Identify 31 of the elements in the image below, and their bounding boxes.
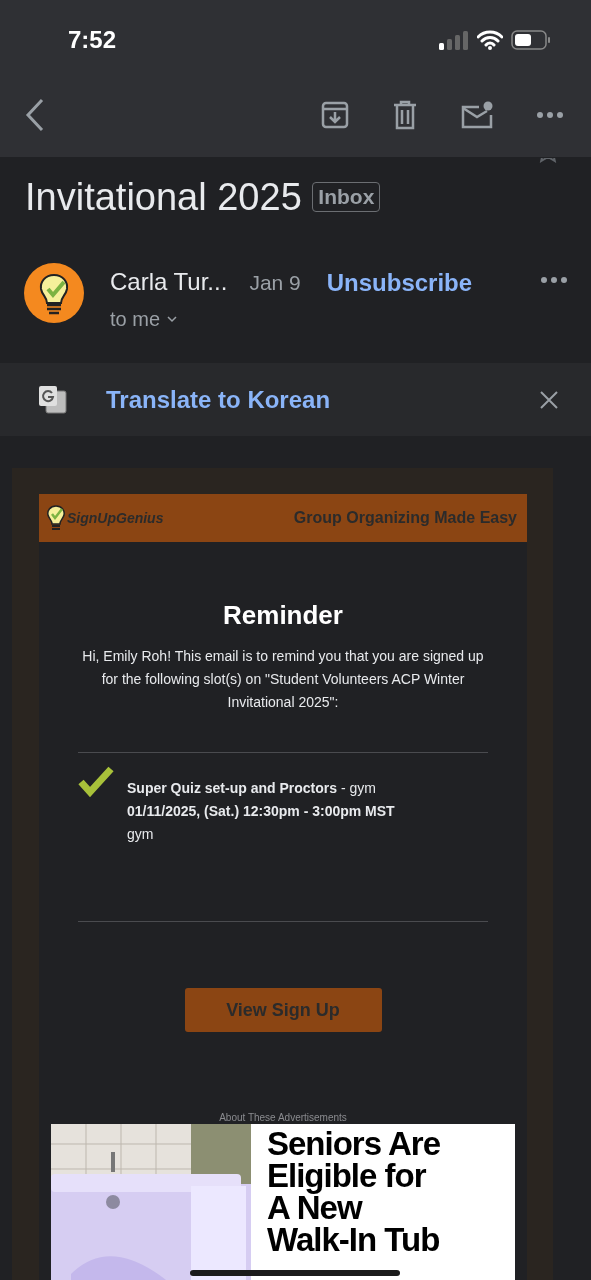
signupgenius-logo: SignUpGenius <box>67 508 164 528</box>
lightbulb-icon <box>47 505 65 531</box>
email-subject: Invitational 2025 Inbox <box>25 170 535 225</box>
header-tagline: Group Organizing Made Easy <box>293 508 517 528</box>
intro-text: Hi, Emily Roh! This email is to remind you that you are signed up for the following slot(s) on "Student Volunteers ACP Winter Invitational 2025": <box>81 647 485 712</box>
ad-headline: Seniors Are Eligible for A New Walk-In Tub <box>267 1128 441 1256</box>
more-icon[interactable] <box>537 112 563 118</box>
inbox-label: Inbox <box>312 182 381 212</box>
translate-icon <box>38 384 68 415</box>
sender-name: Carla Tur... <box>110 267 228 297</box>
trash-icon[interactable] <box>393 100 417 130</box>
close-button[interactable] <box>540 390 558 409</box>
archive-icon[interactable] <box>321 101 349 129</box>
signal-icon <box>439 30 469 50</box>
status-time: 7:52 <box>68 25 117 55</box>
unsubscribe-link[interactable]: Unsubscribe <box>326 265 473 301</box>
recipient-toggle[interactable]: to me <box>110 304 301 334</box>
back-button[interactable] <box>24 98 46 132</box>
wifi-icon <box>477 30 503 50</box>
reminder-heading: Reminder <box>223 599 343 632</box>
lightbulb-avatar <box>24 263 84 323</box>
mail-unread-icon[interactable] <box>461 101 493 129</box>
ad-label: About These Advertisements <box>219 1112 347 1124</box>
slot-title: Super Quiz set-up and Proctors - gym <box>127 779 377 798</box>
more-icon[interactable] <box>541 277 567 283</box>
slot-location: gym <box>127 825 155 844</box>
chevron-down-icon <box>166 315 179 323</box>
slot-time: 01/11/2025, (Sat.) 12:30pm - 3:00pm MST <box>127 802 395 821</box>
battery-icon <box>511 30 551 50</box>
translate-link[interactable]: Translate to Korean <box>106 381 331 418</box>
email-date: Jan 9 <box>249 270 301 296</box>
